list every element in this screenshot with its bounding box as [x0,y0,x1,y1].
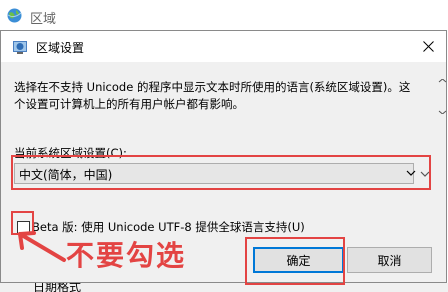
parent-window-titlebar: 区域 [0,0,448,32]
scroll-indicator-icon [438,79,447,114]
annotation-text: 不要勾选 [66,239,187,272]
parent-window-title: 区域 [30,12,57,27]
dialog-titlebar: 区域设置 [1,31,446,62]
annotation-highlight-ok [245,237,345,285]
parent-window-bottom: 日期格式 [0,283,448,292]
parent-bottom-text: 日期格式 [33,283,82,292]
cancel-button[interactable]: 取消 [347,247,432,273]
annotation-arrow-icon [18,231,66,262]
globe-icon [7,8,22,23]
close-icon [422,41,434,52]
annotation-highlight-locale [11,155,431,190]
region-settings-icon [13,41,27,54]
dialog-description: 选择在不支持 Unicode 的程序中显示文本时所使用的语言(系统区域设置)。这… [14,80,411,111]
cancel-button-label: 取消 [377,253,402,268]
close-button[interactable] [410,31,446,62]
dialog-title: 区域设置 [36,41,85,55]
